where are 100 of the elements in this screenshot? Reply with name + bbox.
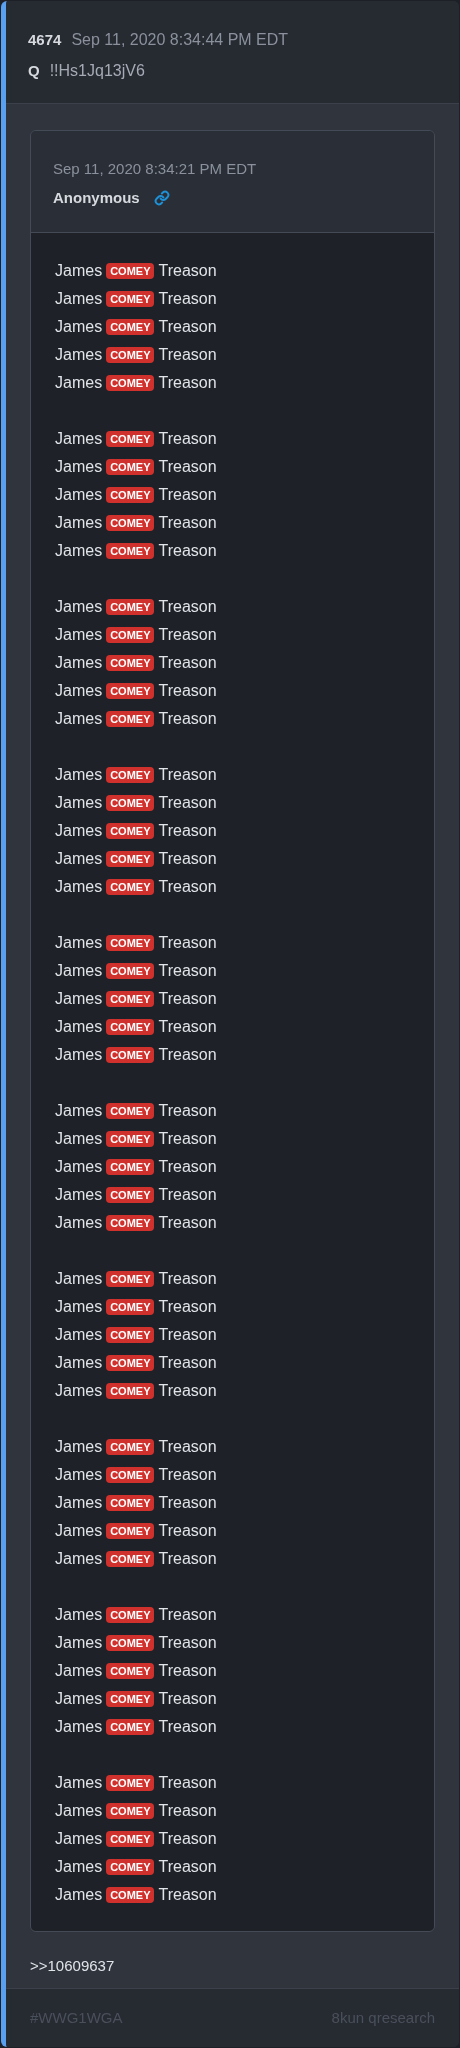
line-text: James bbox=[55, 597, 103, 617]
tag-label: COMEY bbox=[106, 683, 155, 699]
tag-label: COMEY bbox=[106, 291, 155, 307]
line-text: James bbox=[55, 1017, 103, 1037]
line-text: Treason bbox=[158, 1381, 217, 1401]
line-text: James bbox=[55, 1045, 103, 1065]
line-text: Treason bbox=[158, 485, 217, 505]
line-text: Treason bbox=[158, 1661, 217, 1681]
line-text: James bbox=[55, 513, 103, 533]
line-text: James bbox=[55, 541, 103, 561]
line-text: Treason bbox=[158, 1045, 217, 1065]
line-text: James bbox=[55, 1297, 103, 1317]
line-text: James bbox=[55, 1353, 103, 1373]
line-text: James bbox=[55, 961, 103, 981]
line-text: Treason bbox=[158, 457, 217, 477]
line-text: James bbox=[55, 289, 103, 309]
tag-label: COMEY bbox=[106, 1635, 155, 1651]
line-text: Treason bbox=[158, 1185, 217, 1205]
line-text: James bbox=[55, 1633, 103, 1653]
line-text: James bbox=[55, 1101, 103, 1121]
line-text: Treason bbox=[158, 513, 217, 533]
line-text: James bbox=[55, 1885, 103, 1905]
line-text: James bbox=[55, 1465, 103, 1485]
line-text: Treason bbox=[158, 1773, 217, 1793]
line-text: James bbox=[55, 345, 103, 365]
tag-label: COMEY bbox=[106, 347, 155, 363]
line-text: James bbox=[55, 625, 103, 645]
line-text: James bbox=[55, 1661, 103, 1681]
line-text: Treason bbox=[158, 1689, 217, 1709]
line-text: Treason bbox=[158, 1521, 217, 1541]
line-text: James bbox=[55, 429, 103, 449]
line-text: Treason bbox=[158, 1465, 217, 1485]
tag-label: COMEY bbox=[106, 1719, 155, 1735]
tag-label: COMEY bbox=[106, 319, 155, 335]
tag-label: COMEY bbox=[106, 263, 155, 279]
line-text: James bbox=[55, 1325, 103, 1345]
tag-label: COMEY bbox=[106, 1215, 155, 1231]
line-text: Treason bbox=[158, 289, 217, 309]
tag-label: COMEY bbox=[106, 1887, 155, 1903]
tag-label: COMEY bbox=[106, 459, 155, 475]
line-text: James bbox=[55, 1801, 103, 1821]
tag-label: COMEY bbox=[106, 1803, 155, 1819]
line-text: James bbox=[55, 681, 103, 701]
tripcode: !!Hs1Jq13jV6 bbox=[49, 61, 145, 81]
tag-label: COMEY bbox=[106, 879, 155, 895]
tag-label: COMEY bbox=[106, 1327, 155, 1343]
tag-label: COMEY bbox=[106, 1271, 155, 1287]
line-text: Treason bbox=[158, 821, 217, 841]
tag-label: COMEY bbox=[106, 1355, 155, 1371]
line-text: James bbox=[55, 1857, 103, 1877]
line-text: Treason bbox=[158, 877, 217, 897]
tag-label: COMEY bbox=[106, 823, 155, 839]
tag-label: COMEY bbox=[106, 1047, 155, 1063]
line-text: James bbox=[55, 877, 103, 897]
tag-label: COMEY bbox=[106, 655, 155, 671]
line-text: Treason bbox=[158, 1605, 217, 1625]
line-text: Treason bbox=[158, 1857, 217, 1877]
line-text: Treason bbox=[158, 989, 217, 1009]
line-text: James bbox=[55, 933, 103, 953]
tag-label: COMEY bbox=[106, 1775, 155, 1791]
line-text: James bbox=[55, 989, 103, 1009]
line-text: Treason bbox=[158, 1213, 217, 1233]
line-text: James bbox=[55, 317, 103, 337]
tag-label: COMEY bbox=[106, 711, 155, 727]
line-text: James bbox=[55, 1717, 103, 1737]
line-text: James bbox=[55, 1605, 103, 1625]
tag-label: COMEY bbox=[106, 627, 155, 643]
reply-link[interactable]: >>10609637 bbox=[30, 1957, 115, 1974]
link-icon[interactable] bbox=[153, 189, 170, 206]
tag-label: COMEY bbox=[106, 1103, 155, 1119]
line-text: James bbox=[55, 1829, 103, 1849]
tag-label: COMEY bbox=[106, 851, 155, 867]
line-text: Treason bbox=[158, 1885, 217, 1905]
line-text: Treason bbox=[158, 1297, 217, 1317]
line-text: Treason bbox=[158, 681, 217, 701]
tag-label: COMEY bbox=[106, 1439, 155, 1455]
line-text: James bbox=[55, 653, 103, 673]
line-text: James bbox=[55, 373, 103, 393]
line-text: Treason bbox=[158, 1717, 217, 1737]
line-text: James bbox=[55, 1549, 103, 1569]
tag-label: COMEY bbox=[106, 1551, 155, 1567]
quote-author: Anonymous bbox=[53, 187, 140, 208]
tag-label: COMEY bbox=[106, 1299, 155, 1315]
line-text: James bbox=[55, 457, 103, 477]
line-text: James bbox=[55, 261, 103, 281]
author-name: Q bbox=[28, 61, 40, 81]
line-text: Treason bbox=[158, 1829, 217, 1849]
line-text: Treason bbox=[158, 709, 217, 729]
line-text: James bbox=[55, 1269, 103, 1289]
tag-label: COMEY bbox=[106, 1663, 155, 1679]
line-text: Treason bbox=[158, 345, 217, 365]
tag-label: COMEY bbox=[106, 515, 155, 531]
line-text: James bbox=[55, 1129, 103, 1149]
tag-label: COMEY bbox=[106, 1187, 155, 1203]
line-text: Treason bbox=[158, 1101, 217, 1121]
tag-label: COMEY bbox=[106, 599, 155, 615]
tag-label: COMEY bbox=[106, 767, 155, 783]
line-text: Treason bbox=[158, 541, 217, 561]
line-text: James bbox=[55, 793, 103, 813]
line-text: James bbox=[55, 1521, 103, 1541]
